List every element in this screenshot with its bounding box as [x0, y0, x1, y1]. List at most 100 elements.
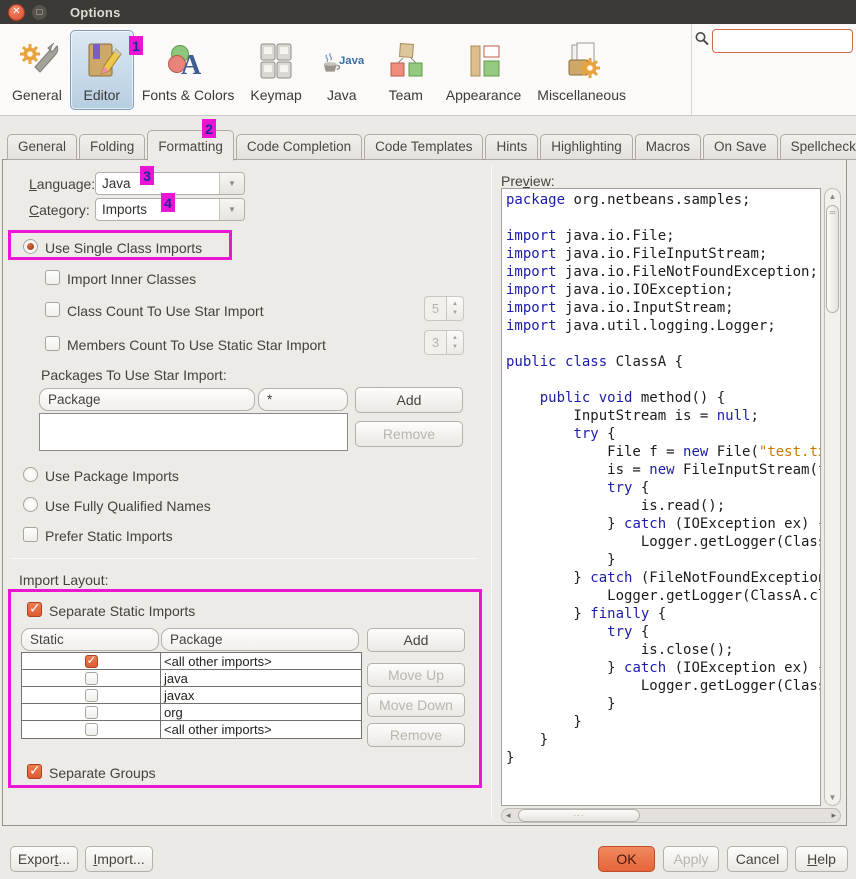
code-line: import java.io.IOException; — [506, 281, 820, 299]
tab-highlighting[interactable]: Highlighting — [540, 134, 633, 160]
category-editor[interactable]: Editor — [70, 30, 134, 110]
fonts-colors-icon: A — [164, 39, 212, 83]
package-cell[interactable]: javax — [161, 687, 361, 703]
code-line: } catch (IOException ex) { — [506, 515, 820, 533]
export-button[interactable]: Export... — [10, 846, 78, 872]
tab-strip: GeneralFoldingFormattingCode CompletionC… — [7, 127, 856, 160]
formatting-panel: Language: Java ▼ Category: Imports ▼ Use… — [2, 159, 847, 826]
table-row[interactable]: <all other imports> — [22, 721, 361, 738]
layout-column-package[interactable]: Package — [161, 628, 359, 651]
category-java[interactable]: JavaJava — [310, 30, 374, 110]
prefer-static-imports-checkbox[interactable] — [23, 527, 38, 542]
cancel-button[interactable]: Cancel — [727, 846, 788, 872]
search-input[interactable] — [712, 29, 853, 53]
layout-column-static[interactable]: Static — [21, 628, 159, 651]
table-row[interactable]: <all other imports> — [22, 653, 361, 670]
spinner-arrows-icon[interactable]: ▲▼ — [447, 330, 464, 355]
use-package-imports-radio[interactable] — [23, 467, 38, 482]
chevron-down-icon[interactable]: ▼ — [219, 199, 244, 220]
category-fonts-colors[interactable]: AFonts & Colors — [134, 30, 243, 110]
members-count-value: 3 — [424, 330, 447, 355]
layout-remove-button[interactable]: Remove — [367, 723, 465, 747]
category-appearance[interactable]: Appearance — [438, 30, 530, 110]
category-team[interactable]: Team — [374, 30, 438, 110]
vertical-scroll-thumb[interactable]: ═ — [826, 205, 839, 313]
restore-window-button[interactable]: ▢ — [31, 4, 48, 21]
static-checkbox[interactable] — [85, 672, 98, 685]
separate-groups-checkbox[interactable] — [27, 764, 42, 779]
star-import-add-button[interactable]: Add — [355, 387, 463, 413]
package-cell[interactable]: <all other imports> — [161, 653, 361, 669]
language-dropdown[interactable]: Java ▼ — [95, 172, 245, 195]
window-title: Options — [70, 5, 121, 20]
import-button[interactable]: Import... — [85, 846, 153, 872]
layout-move-down-button[interactable]: Move Down — [367, 693, 465, 717]
static-checkbox[interactable] — [85, 689, 98, 702]
code-line: is = new FileInputStream(f); — [506, 461, 820, 479]
svg-text:A: A — [181, 50, 202, 81]
code-line: is.read(); — [506, 497, 820, 515]
tab-folding[interactable]: Folding — [79, 134, 145, 160]
code-line: } finally { — [506, 605, 820, 623]
members-count-spinner[interactable]: 3 ▲▼ — [424, 330, 464, 355]
scroll-up-icon[interactable]: ▲ — [825, 192, 840, 201]
category-miscellaneous[interactable]: Miscellaneous — [529, 30, 634, 110]
tab-code-templates[interactable]: Code Templates — [364, 134, 483, 160]
chevron-down-icon[interactable]: ▼ — [219, 173, 244, 194]
members-count-checkbox[interactable] — [45, 336, 60, 351]
apply-button[interactable]: Apply — [663, 846, 719, 872]
class-count-checkbox[interactable] — [45, 302, 60, 317]
tab-on-save[interactable]: On Save — [703, 134, 778, 160]
category-label: Editor — [84, 87, 121, 103]
code-line: try { — [506, 479, 820, 497]
import-layout-table[interactable]: <all other imports>javajavaxorg<all othe… — [21, 652, 362, 739]
column-separator — [491, 166, 492, 818]
help-button[interactable]: Help — [795, 846, 848, 872]
ok-button[interactable]: OK — [598, 846, 655, 872]
package-cell[interactable]: org — [161, 704, 361, 720]
star-import-column-star[interactable]: * — [258, 388, 348, 411]
table-row[interactable]: javax — [22, 687, 361, 704]
code-line: try { — [506, 623, 820, 641]
layout-add-button[interactable]: Add — [367, 628, 465, 652]
scroll-left-icon[interactable]: ◂ — [506, 810, 511, 821]
star-import-column-package[interactable]: Package — [39, 388, 255, 411]
package-cell[interactable]: <all other imports> — [161, 721, 361, 738]
code-line — [506, 335, 820, 353]
static-checkbox[interactable] — [85, 706, 98, 719]
tab-general[interactable]: General — [7, 134, 77, 160]
category-keymap[interactable]: Keymap — [242, 30, 309, 110]
static-cell — [22, 721, 161, 738]
members-count-label: Members Count To Use Static Star Import — [67, 337, 326, 353]
class-count-spinner[interactable]: 5 ▲▼ — [424, 296, 464, 321]
table-row[interactable]: java — [22, 670, 361, 687]
tab-macros[interactable]: Macros — [635, 134, 701, 160]
import-inner-classes-checkbox[interactable] — [45, 270, 60, 285]
preview-vertical-scrollbar[interactable]: ▲ ═ ▼ — [824, 188, 841, 806]
use-fully-qualified-radio[interactable] — [23, 497, 38, 512]
category-label: Category: — [29, 202, 90, 218]
section-separator — [11, 558, 477, 559]
table-row[interactable]: org — [22, 704, 361, 721]
horizontal-scroll-thumb[interactable]: ··· — [518, 809, 640, 822]
use-single-class-imports-radio[interactable] — [23, 239, 38, 254]
category-general[interactable]: General — [4, 30, 70, 110]
static-checkbox[interactable] — [85, 655, 98, 668]
star-import-table[interactable] — [39, 413, 348, 451]
close-window-button[interactable]: ✕ — [8, 4, 25, 21]
category-label: Java — [327, 87, 357, 103]
star-import-remove-button[interactable]: Remove — [355, 421, 463, 447]
separate-static-imports-checkbox[interactable] — [27, 602, 42, 617]
category-dropdown[interactable]: Imports ▼ — [95, 198, 245, 221]
scroll-down-icon[interactable]: ▼ — [825, 793, 840, 802]
static-checkbox[interactable] — [85, 723, 98, 736]
tab-hints[interactable]: Hints — [485, 134, 538, 160]
tab-spellchecker[interactable]: Spellchecker — [780, 134, 856, 160]
package-cell[interactable]: java — [161, 670, 361, 686]
tab-formatting[interactable]: Formatting — [147, 130, 234, 161]
spinner-arrows-icon[interactable]: ▲▼ — [447, 296, 464, 321]
scroll-right-icon[interactable]: ▸ — [831, 810, 836, 821]
preview-horizontal-scrollbar[interactable]: ◂ ··· ▸ — [501, 808, 841, 823]
tab-code-completion[interactable]: Code Completion — [236, 134, 362, 160]
layout-move-up-button[interactable]: Move Up — [367, 663, 465, 687]
